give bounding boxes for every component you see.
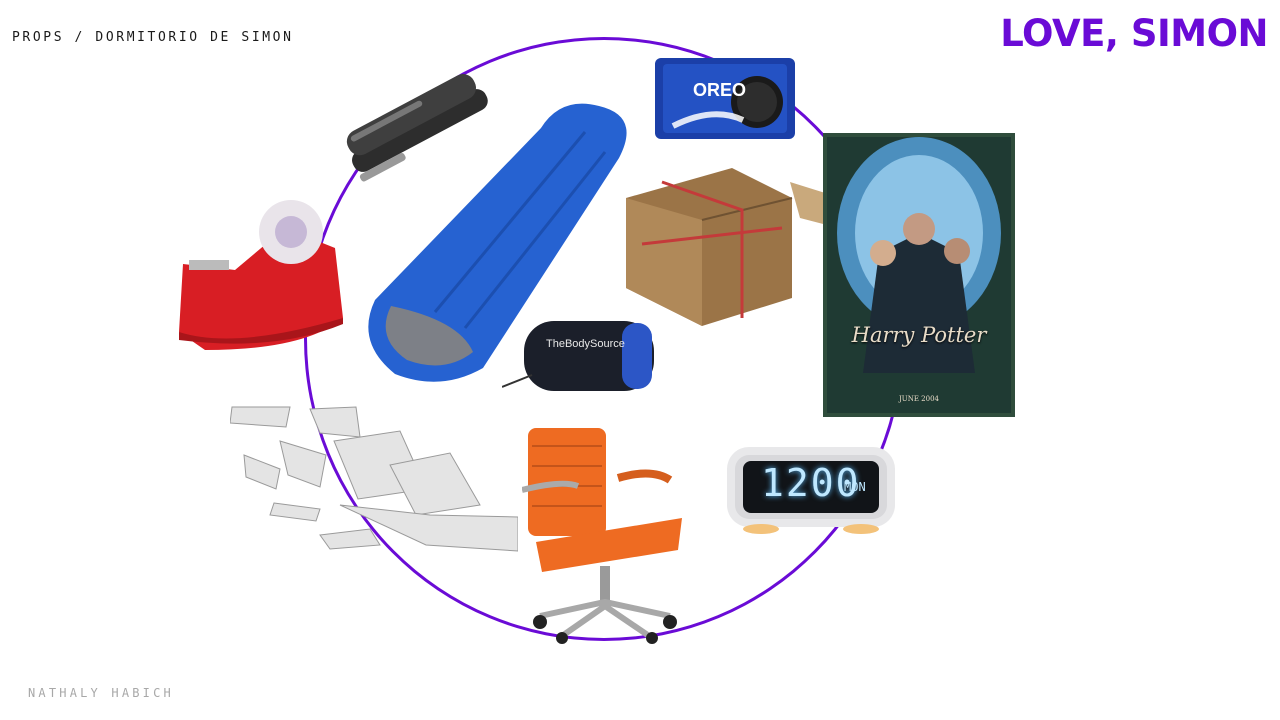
- tape-dispenser-icon: [175, 200, 347, 352]
- flying-papers-icon: [230, 405, 518, 555]
- author-credit: NATHALY HABICH: [28, 686, 174, 700]
- section-label: PROPS / DORMITORIO DE SIMON: [12, 30, 294, 45]
- clock-day: MON: [844, 480, 866, 494]
- gift-box-icon: [622, 158, 854, 328]
- alarm-clock-icon: 1200 MON: [725, 443, 897, 535]
- cookie-pack-icon: OREO: [653, 56, 797, 141]
- poster-date: JUNE 2004: [899, 395, 939, 403]
- brand-title: LOVE, SIMON: [1000, 12, 1268, 55]
- poster-title: Harry Potter: [851, 323, 987, 347]
- oreo-brand: OREO: [693, 80, 746, 100]
- office-chair-icon: [522, 426, 690, 644]
- stuff-sack-brand: TheBodySource: [546, 338, 625, 350]
- movie-poster-icon: Harry Potter JUNE 2004: [823, 133, 1015, 417]
